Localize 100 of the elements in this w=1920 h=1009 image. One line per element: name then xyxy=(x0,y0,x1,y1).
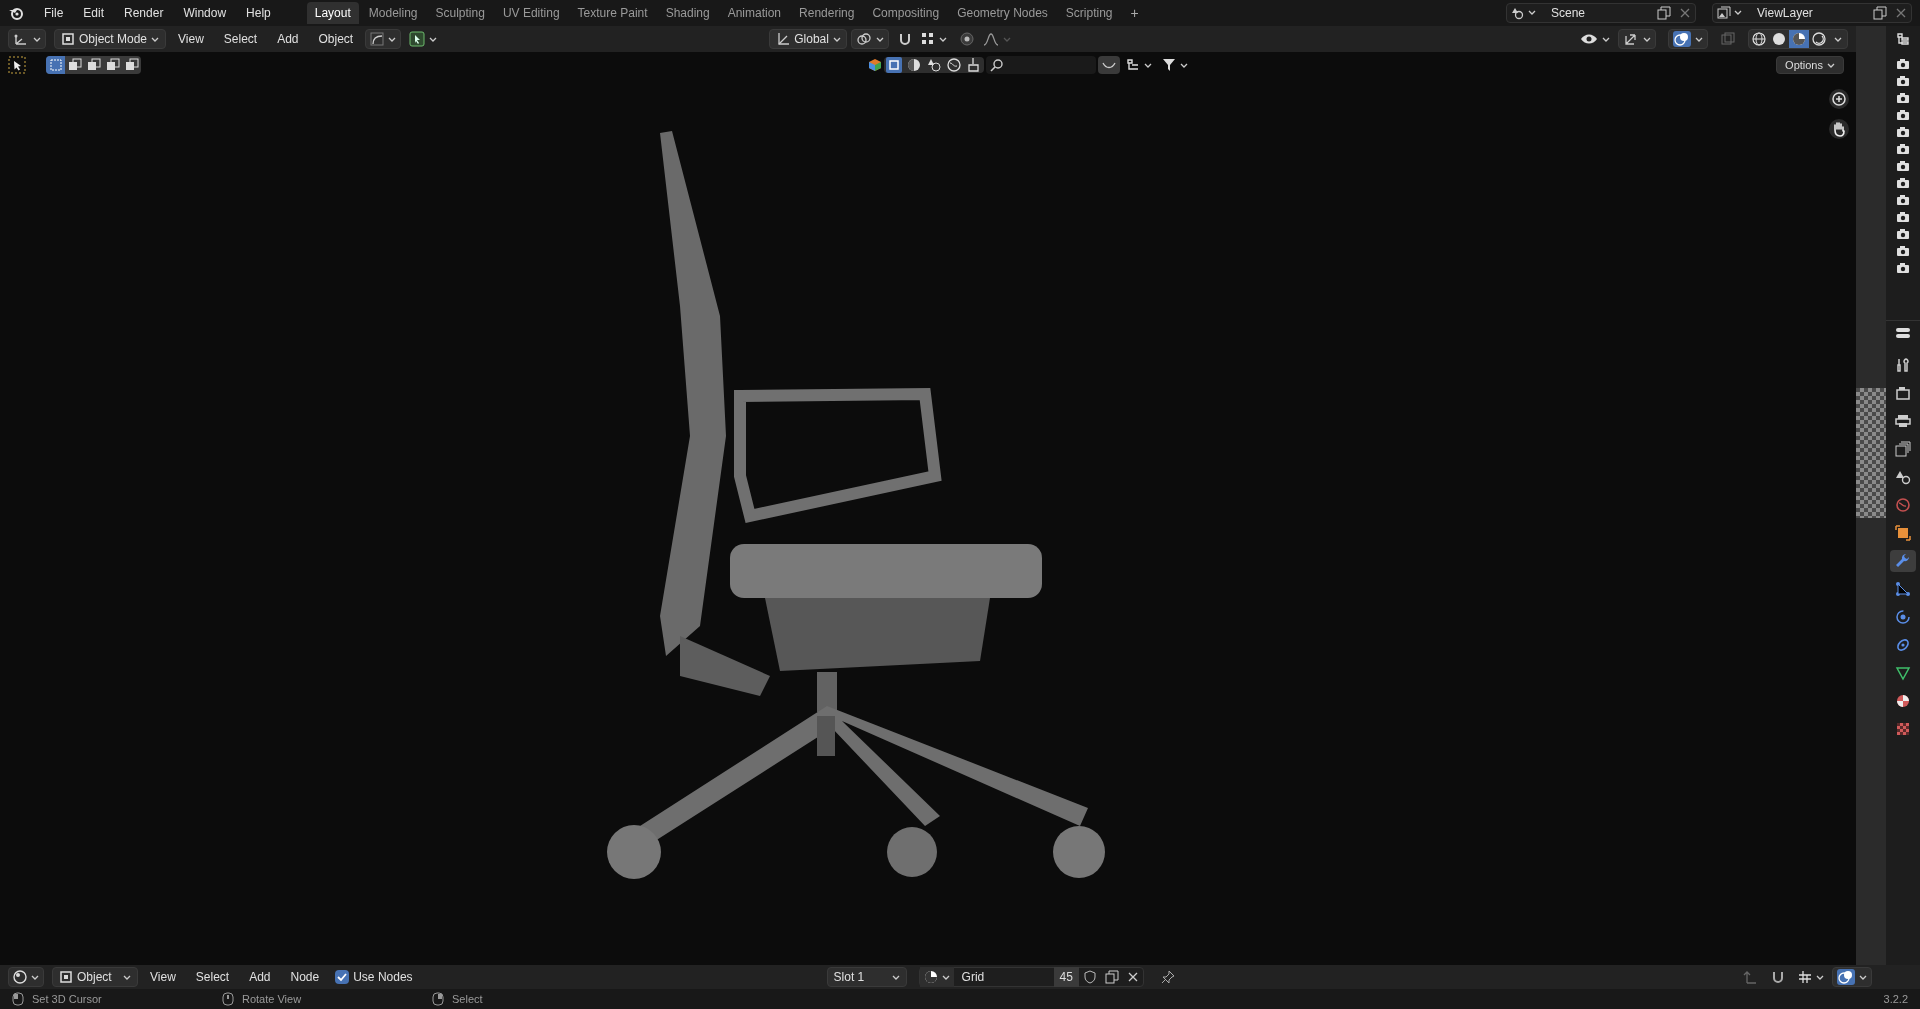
mode-dropdown[interactable]: Object Mode xyxy=(54,29,166,49)
menu-item[interactable]: Window xyxy=(175,4,235,22)
camera-icon[interactable] xyxy=(1896,58,1910,70)
camera-icon[interactable] xyxy=(1896,109,1910,121)
caret-icon xyxy=(33,35,41,43)
curve-icon xyxy=(370,32,385,46)
menu-item[interactable]: Node xyxy=(282,968,328,986)
sphere-half-icon[interactable] xyxy=(906,57,923,73)
scene-selector[interactable]: Scene xyxy=(1506,3,1696,23)
workspace-tab[interactable]: Rendering xyxy=(791,2,863,24)
mouse-right-icon xyxy=(432,992,444,1006)
menu-item[interactable]: Help xyxy=(238,4,279,22)
properties-editor-icon[interactable] xyxy=(1895,326,1911,339)
cube-icon xyxy=(59,970,73,984)
caret-icon xyxy=(941,973,950,981)
proportional-edit-icon[interactable] xyxy=(959,31,976,47)
checkbox[interactable] xyxy=(335,970,350,984)
camera-icon[interactable] xyxy=(1896,160,1910,172)
selection-mode-icon xyxy=(105,58,120,72)
close-icon[interactable] xyxy=(1126,971,1139,983)
select-filter-button[interactable] xyxy=(1098,56,1121,74)
workspace-tab[interactable]: Sculpting xyxy=(427,2,493,24)
search-field[interactable] xyxy=(986,56,1097,74)
caret-icon xyxy=(1834,35,1842,43)
checkbox-label: Use Nodes xyxy=(353,969,413,986)
overlays-button[interactable] xyxy=(1832,967,1872,987)
zoom-in-icon[interactable] xyxy=(1828,88,1850,110)
pivot-point-button[interactable] xyxy=(851,29,890,49)
material-sphere-icon xyxy=(1791,31,1807,47)
workspace-tab[interactable]: Scripting xyxy=(1057,2,1121,24)
workspace-tab[interactable]: Compositing xyxy=(864,2,948,24)
camera-icon[interactable] xyxy=(1896,92,1910,104)
workspace-tab[interactable]: Shading xyxy=(657,2,718,24)
overlays-icon xyxy=(1673,31,1691,47)
material-browse-button[interactable] xyxy=(919,967,954,987)
cube-outline-icon[interactable] xyxy=(886,57,903,73)
menu-item[interactable]: File xyxy=(36,4,72,22)
link-rings-icon xyxy=(856,32,873,46)
falloff-curve-icon xyxy=(983,32,1000,46)
camera-icon[interactable] xyxy=(1896,75,1910,87)
camera-icon[interactable] xyxy=(1896,143,1910,155)
gizmos-button[interactable] xyxy=(1618,29,1656,49)
shield-icon[interactable] xyxy=(1082,970,1097,984)
menu-item[interactable]: Add xyxy=(241,968,279,986)
shading-mode-button[interactable] xyxy=(1789,30,1809,48)
editor-type-button[interactable] xyxy=(8,967,44,987)
menu-item[interactable]: View xyxy=(170,30,212,48)
parent-arrow-icon[interactable] xyxy=(1742,969,1758,985)
camera-icon[interactable] xyxy=(1896,194,1910,206)
editor-type-button[interactable] xyxy=(8,29,46,49)
status-hint: Set 3D Cursor xyxy=(32,991,103,1007)
menu-item[interactable]: Select xyxy=(215,30,266,48)
orientation-dropdown[interactable]: Global xyxy=(769,29,848,49)
workspace-tab[interactable]: Animation xyxy=(719,2,790,24)
solid-sphere-icon xyxy=(1771,31,1787,47)
add-workspace-button[interactable]: + xyxy=(1122,2,1147,24)
shading-mode-button[interactable] xyxy=(1749,30,1769,48)
magnet-icon[interactable] xyxy=(1770,969,1786,985)
shader-type-dropdown[interactable]: Object xyxy=(52,967,138,987)
camera-back-icon xyxy=(1895,385,1911,401)
caret-icon xyxy=(1144,61,1153,69)
workspace-tab[interactable]: Geometry Nodes xyxy=(949,2,1056,24)
copy-icon[interactable] xyxy=(1104,970,1119,984)
shading-mode-button[interactable] xyxy=(1809,30,1829,48)
material-name[interactable]: Grid xyxy=(953,968,1054,986)
menu-item[interactable]: Edit xyxy=(75,4,113,22)
menu-item[interactable]: Select xyxy=(187,968,238,986)
transform-affect-button[interactable] xyxy=(365,29,402,49)
selection-mode-icon xyxy=(124,58,139,72)
menu-item[interactable]: View xyxy=(142,968,184,986)
menu-item[interactable]: Render xyxy=(116,4,172,22)
camera-icon[interactable] xyxy=(1896,177,1910,189)
menu-item[interactable]: Add xyxy=(269,30,307,48)
view-layer-selector[interactable]: ViewLayer xyxy=(1712,3,1912,23)
hand-icon[interactable] xyxy=(1828,118,1850,140)
camera-icon[interactable] xyxy=(1896,126,1910,138)
workspace-tab[interactable]: UV Editing xyxy=(494,2,568,24)
workspace-tab[interactable]: Layout xyxy=(306,2,359,24)
select-tool-icon[interactable] xyxy=(8,56,26,74)
wireframe-sphere-icon xyxy=(1751,31,1767,47)
hexagon-icon[interactable] xyxy=(868,58,883,72)
camera-icon[interactable] xyxy=(1896,245,1910,257)
globe-icon[interactable] xyxy=(946,57,963,73)
caret-icon xyxy=(832,35,841,43)
menu-item[interactable]: Object xyxy=(310,30,362,48)
camera-icon[interactable] xyxy=(1896,211,1910,223)
app-logo-icon[interactable] xyxy=(8,5,24,21)
workspace-tab[interactable]: Texture Paint xyxy=(569,2,656,24)
workspace-tab[interactable]: Modeling xyxy=(360,2,426,24)
overlays-button[interactable] xyxy=(1668,29,1708,49)
funnel-icon xyxy=(1162,58,1177,72)
camera-icon[interactable] xyxy=(1896,262,1910,274)
options-dropdown[interactable]: Options xyxy=(1776,56,1844,74)
camera-icon[interactable] xyxy=(1896,228,1910,240)
user-count[interactable]: 45 xyxy=(1053,967,1079,987)
wrench-screwdriver-icon xyxy=(1895,357,1911,373)
pin-icon[interactable] xyxy=(1159,969,1176,985)
printer-icon xyxy=(1895,413,1911,429)
outliner-editor-icon[interactable] xyxy=(1896,32,1910,46)
slot-dropdown[interactable]: Slot 1 xyxy=(826,967,907,987)
